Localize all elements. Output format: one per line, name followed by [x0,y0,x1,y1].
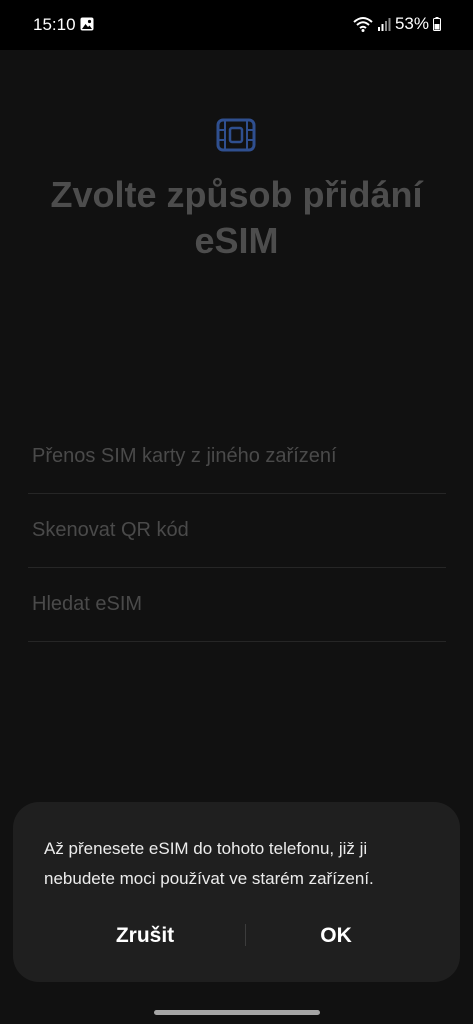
signal-icon [377,18,391,31]
option-scan-qr[interactable]: Skenovat QR kód [28,494,446,568]
cancel-button[interactable]: Zrušit [45,914,245,958]
option-search-esim[interactable]: Hledat eSIM [28,568,446,642]
status-bar: 15:10 53% [0,0,473,50]
page-title: Zvolte způsob přidání eSIM [50,174,423,261]
option-label: Skenovat QR kód [32,519,189,541]
home-indicator[interactable] [154,1010,320,1015]
battery-percent: 53% [394,14,429,33]
wifi-icon [353,17,373,32]
status-time: 15:10 [33,15,76,34]
ok-button[interactable]: OK [236,914,436,958]
esim-chip-icon [216,118,256,152]
dialog-buttons: Zrušit OK [13,914,460,958]
gallery-icon [80,17,94,31]
battery-icon [433,17,441,31]
options-list: Přenos SIM karty z jiného zařízení Skeno… [28,420,446,642]
option-label: Přenos SIM karty z jiného zařízení [32,445,337,467]
dialog-message: Až přenesete eSIM do tohoto telefonu, ji… [44,839,374,888]
option-label: Hledat eSIM [32,593,143,615]
confirmation-dialog: Až přenesete eSIM do tohoto telefonu, ji… [13,802,460,982]
option-transfer-sim[interactable]: Přenos SIM karty z jiného zařízení [28,420,446,494]
status-icons: 53% [353,13,441,35]
